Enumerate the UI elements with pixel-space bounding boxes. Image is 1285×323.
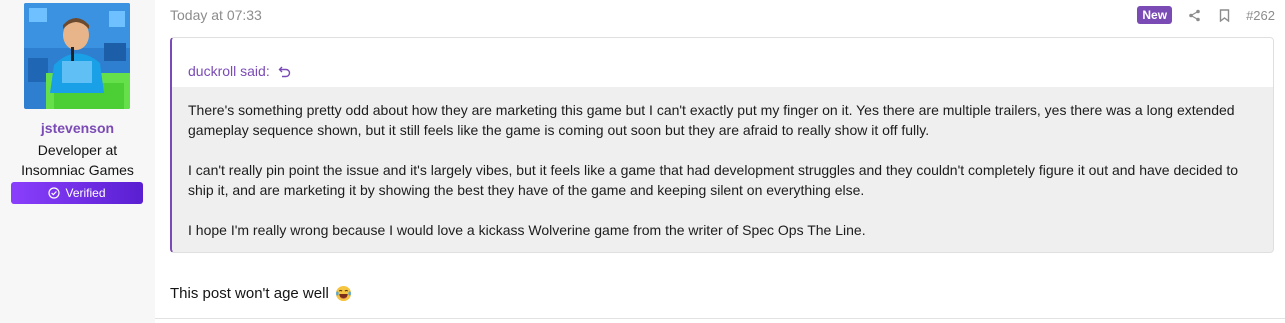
reply-text: This post won't age well	[170, 285, 329, 302]
post-number[interactable]: #262	[1246, 8, 1275, 23]
return-arrow-icon[interactable]	[278, 65, 291, 78]
user-title-line2: Insomniac Games	[21, 162, 134, 178]
new-badge: New	[1137, 6, 1173, 24]
user-sidebar: jstevenson Developer at Insomniac Games …	[0, 0, 155, 323]
share-icon[interactable]	[1186, 7, 1202, 23]
quote-block: duckroll said: There's something pretty …	[170, 37, 1274, 253]
post-actions: New #262	[1137, 6, 1275, 24]
avatar[interactable]	[24, 3, 130, 109]
quote-author[interactable]: duckroll said:	[188, 63, 270, 79]
username[interactable]: jstevenson	[0, 120, 155, 136]
quote-paragraph: I can't really pin point the issue and i…	[188, 162, 1239, 198]
quote-paragraph: There's something pretty odd about how t…	[188, 102, 1235, 138]
verified-badge: Verified	[11, 182, 143, 204]
bookmark-icon[interactable]	[1216, 7, 1232, 23]
laughing-crying-emoji-icon	[335, 285, 351, 302]
user-title: Developer at Insomniac Games	[0, 140, 155, 180]
user-title-line1: Developer at	[37, 142, 118, 158]
check-circle-icon	[48, 187, 61, 199]
quote-body: There's something pretty odd about how t…	[172, 87, 1273, 240]
post-divider	[155, 318, 1285, 319]
verified-label: Verified	[65, 186, 106, 200]
quote-header[interactable]: duckroll said:	[172, 38, 1273, 87]
quote-paragraph: I hope I'm really wrong because I would …	[188, 222, 866, 238]
post-body: This post won't age well	[170, 285, 352, 302]
post-timestamp[interactable]: Today at 07:33	[170, 7, 262, 23]
